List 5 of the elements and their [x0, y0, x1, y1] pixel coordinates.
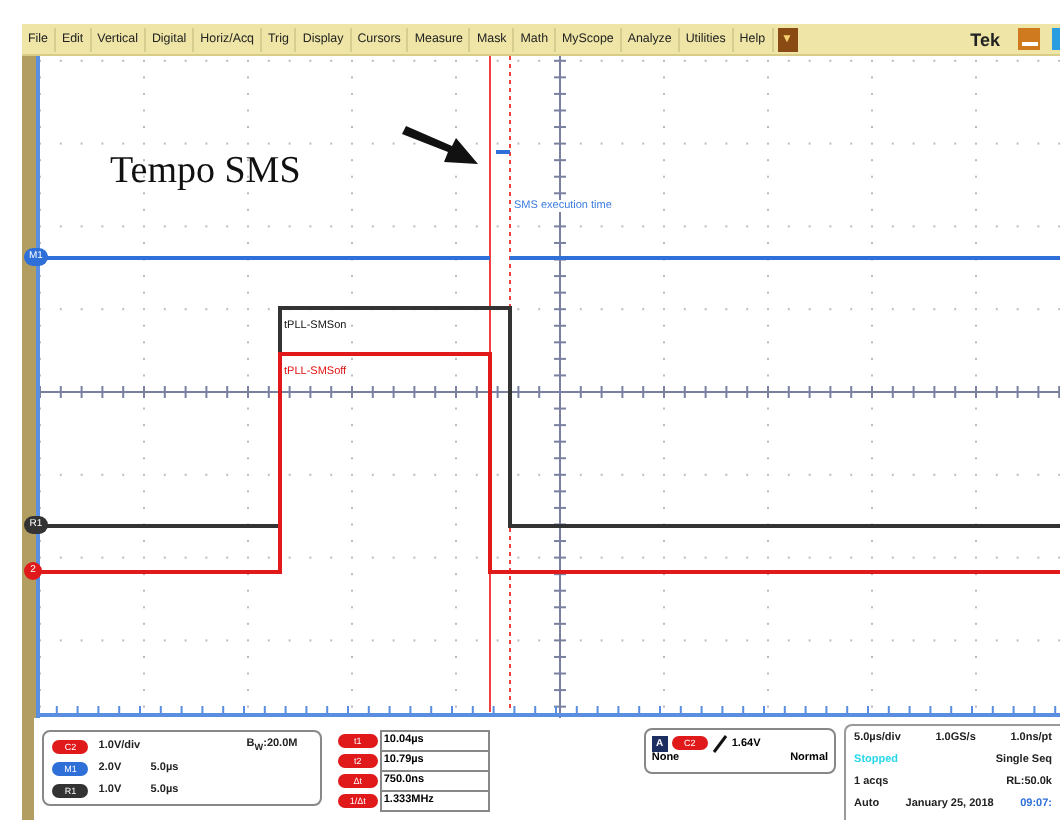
annotation-text: Tempo SMS — [110, 150, 301, 194]
arrow-icon — [400, 124, 480, 168]
brand-label: Tek — [970, 29, 1000, 49]
minimize-button[interactable] — [1018, 28, 1040, 50]
rising-edge-icon — [711, 733, 728, 753]
